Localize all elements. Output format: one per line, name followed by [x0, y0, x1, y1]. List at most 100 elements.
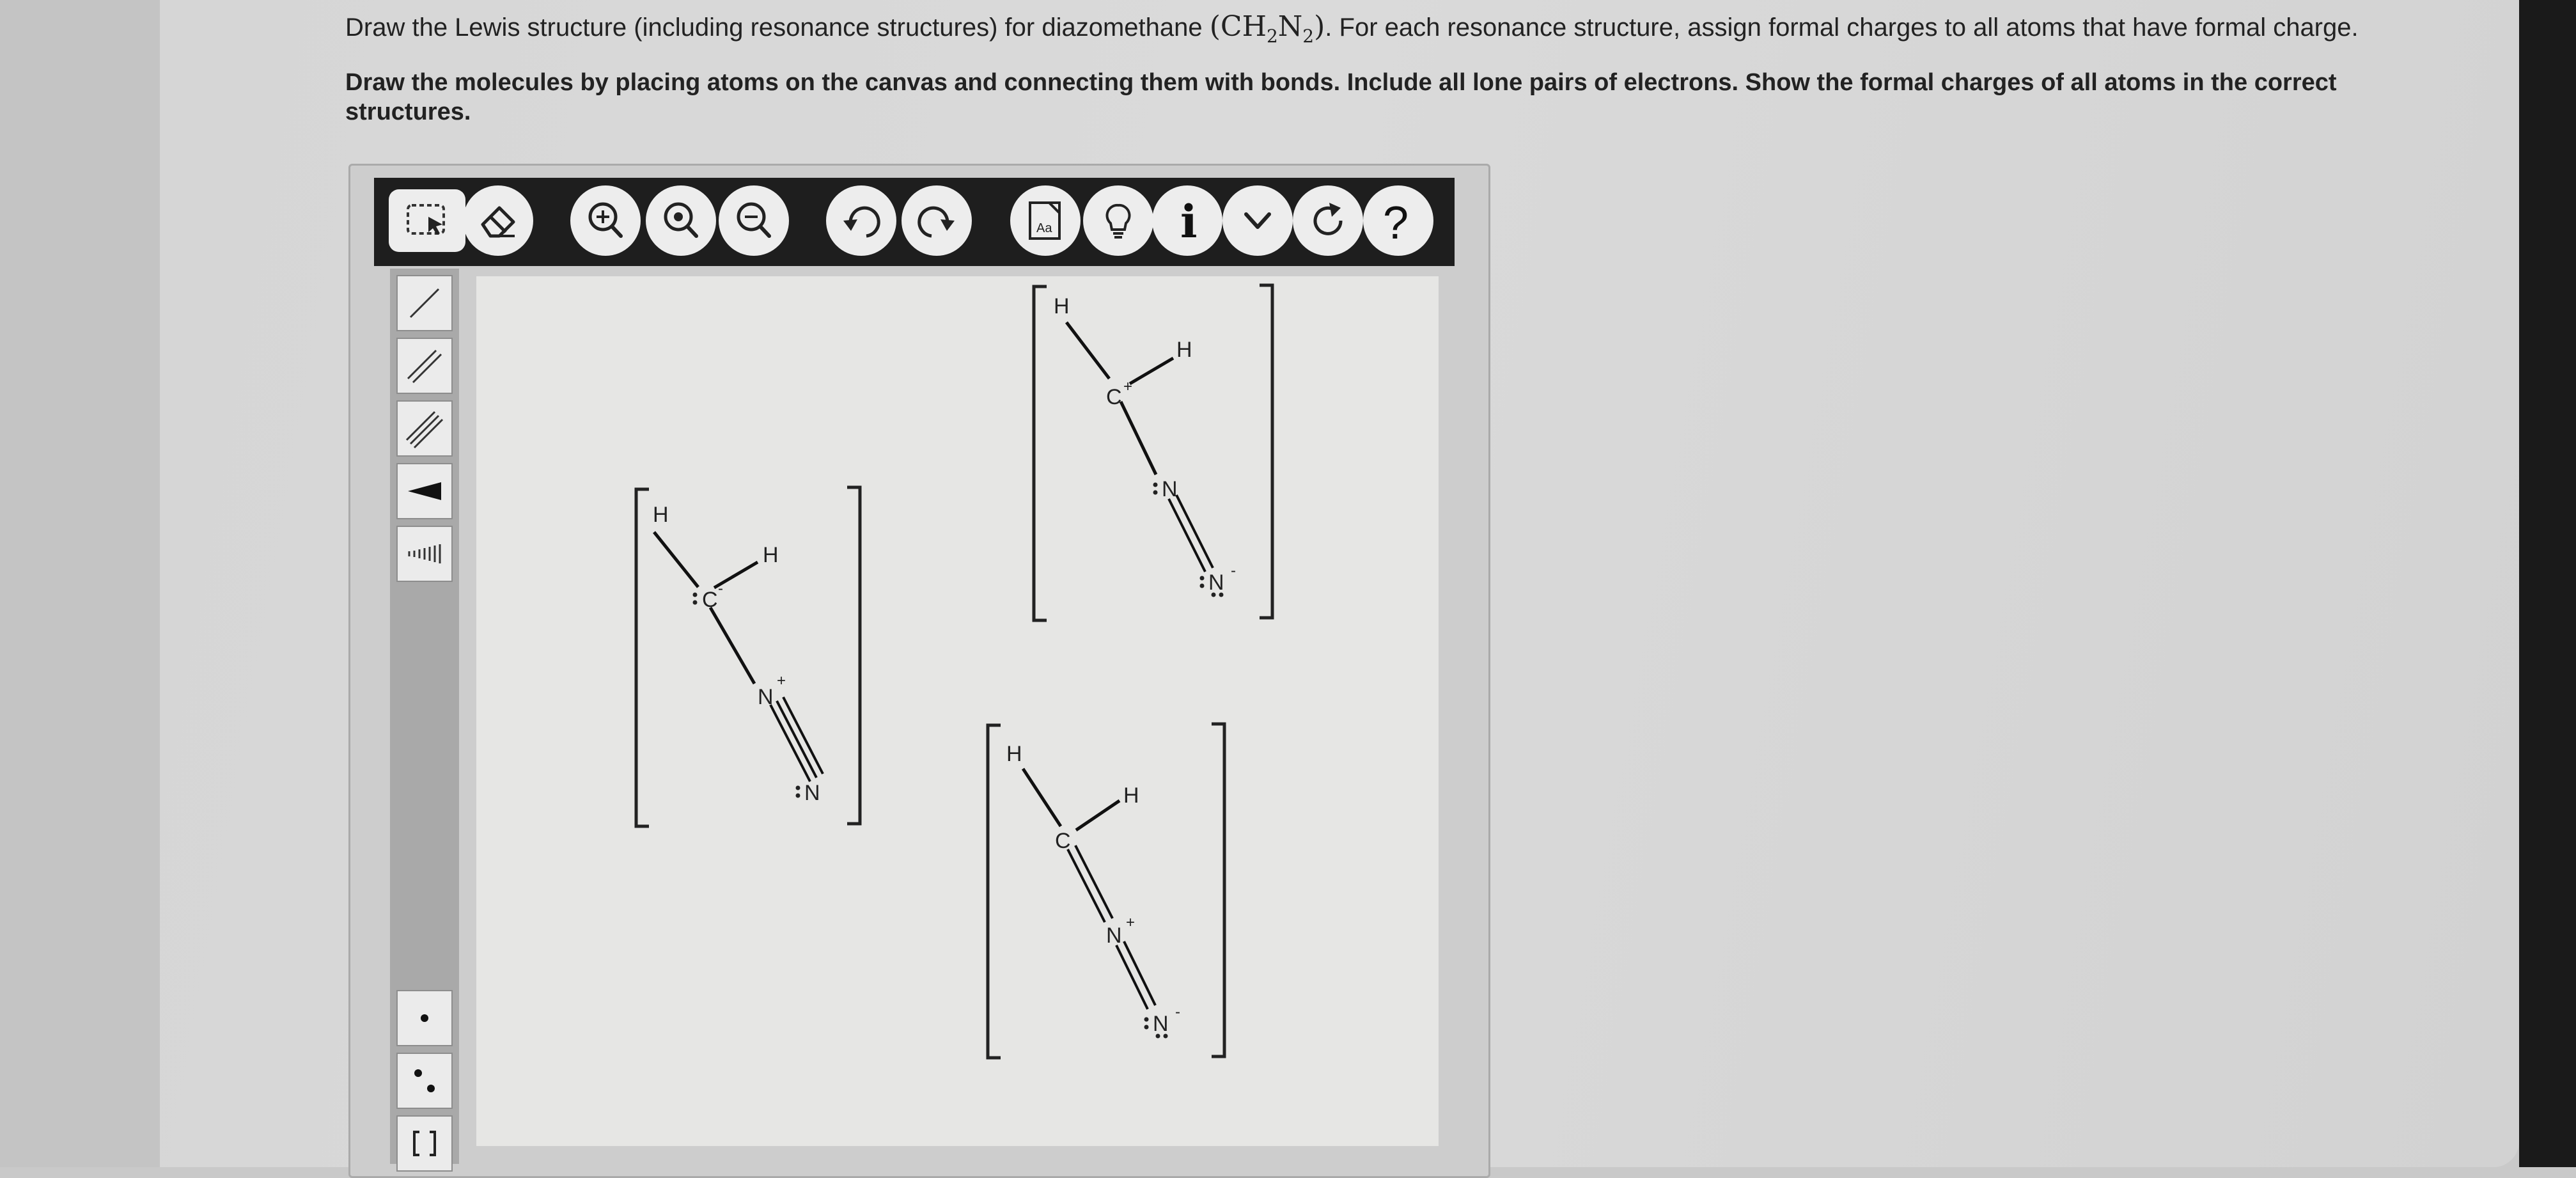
- info-icon: i: [1180, 196, 1198, 245]
- bond-c-n: [708, 606, 756, 685]
- svg-text:Aa: Aa: [1036, 221, 1052, 235]
- single-electron-icon: [421, 1014, 428, 1022]
- bond-c-n-double: [1066, 845, 1114, 923]
- atom-h: H: [653, 503, 669, 527]
- lone-pair-dot: [795, 793, 800, 798]
- formal-charge-plus: +: [1126, 914, 1135, 931]
- more-button[interactable]: [1222, 185, 1293, 256]
- zoom-in-icon: [588, 202, 623, 238]
- lone-pair-dot: [1163, 1033, 1168, 1039]
- lone-pair-dot: [1199, 583, 1205, 588]
- resonance-structure-bottom[interactable]: H H C N + N -: [986, 722, 1226, 1060]
- right-bezel: [2519, 0, 2576, 1167]
- atom-c: C: [1055, 829, 1071, 853]
- eraser-icon: [481, 206, 515, 238]
- bond-c-h: [1065, 321, 1111, 380]
- bracket-tool[interactable]: [396, 1115, 453, 1172]
- wedge-bond-icon: [408, 482, 441, 500]
- left-bracket: [634, 487, 649, 828]
- bond-c-h: [1021, 767, 1063, 828]
- lone-pair-dot: [1144, 1025, 1149, 1030]
- lone-pair-dot: [795, 785, 800, 790]
- right-bracket: [1212, 722, 1226, 1058]
- question-text-pre: Draw the Lewis structure (including reso…: [345, 13, 1203, 42]
- drawing-canvas[interactable]: H H C - N + N H H C + N N - H H C N + N …: [476, 276, 1439, 1146]
- right-bracket: [847, 485, 862, 826]
- question-instructions: Draw the molecules by placing atoms on t…: [345, 69, 2337, 125]
- atom-h: H: [1176, 338, 1192, 362]
- atom-c: C: [1106, 385, 1122, 409]
- zoom-out-button[interactable]: [719, 185, 789, 256]
- lone-pair-dot: [1219, 592, 1224, 597]
- hint-button[interactable]: [1083, 185, 1153, 256]
- single-bond-tool[interactable]: [396, 275, 453, 331]
- lone-pair-dot: [1153, 482, 1158, 487]
- hash-bond-icon: [408, 544, 441, 563]
- info-button[interactable]: i: [1152, 185, 1222, 256]
- hash-bond-tool[interactable]: [396, 526, 453, 582]
- zoom-out-icon: [737, 202, 771, 238]
- select-lasso-button[interactable]: [389, 189, 465, 252]
- atom-n: N: [1162, 477, 1178, 501]
- molecular-formula: (CH2N2): [1209, 10, 1325, 47]
- triple-bond-tool[interactable]: [396, 400, 453, 457]
- left-bracket: [986, 723, 1001, 1060]
- radical-tool[interactable]: [396, 990, 453, 1046]
- lone-pair-tool[interactable]: [396, 1053, 453, 1109]
- zoom-in-button[interactable]: [570, 185, 641, 256]
- bond-c-n: [1119, 400, 1158, 476]
- atom-h: H: [763, 543, 779, 567]
- undo-icon: [843, 206, 880, 238]
- right-bracket: [1260, 283, 1274, 620]
- molecule-drawing: H H C - N + N H H C + N N - H H C N + N …: [634, 283, 1274, 1060]
- lone-pair-dot: [1153, 490, 1158, 495]
- lone-pair-dot: [692, 592, 698, 597]
- eraser-button[interactable]: [463, 185, 533, 256]
- question-text-post: . For each resonance structure, assign f…: [1325, 13, 2359, 42]
- lasso-select-icon: [407, 204, 445, 235]
- chevron-down-icon: [1244, 212, 1271, 229]
- reset-button[interactable]: [1293, 185, 1363, 256]
- single-bond-icon: [409, 288, 440, 318]
- atom-h: H: [1006, 742, 1022, 766]
- atom-h: H: [1054, 294, 1070, 318]
- lone-pair-dot: [1144, 1017, 1149, 1022]
- bracket-icon: [413, 1131, 436, 1156]
- double-bond-icon: [407, 349, 442, 384]
- lone-pair-icon: [414, 1069, 435, 1092]
- resonance-structure-top[interactable]: H H C + N N -: [1032, 283, 1274, 622]
- lone-pair-dot: [692, 600, 698, 605]
- templates-button[interactable]: Aa: [1010, 185, 1081, 256]
- help-icon: ?: [1383, 198, 1409, 245]
- bond-c-h: [653, 531, 699, 588]
- lightbulb-icon: [1105, 203, 1131, 239]
- atom-h: H: [1123, 783, 1139, 808]
- svg-text:i: i: [1180, 196, 1198, 245]
- template-icon: Aa: [1029, 201, 1061, 240]
- double-bond-tool[interactable]: [396, 338, 453, 394]
- wedge-bond-tool[interactable]: [396, 463, 453, 519]
- formal-charge-minus: -: [1231, 562, 1236, 579]
- left-bezel: [0, 0, 160, 1167]
- zoom-reset-button[interactable]: [646, 185, 716, 256]
- question-line-1: Draw the Lewis structure (including reso…: [345, 8, 2430, 56]
- left-bracket: [1032, 285, 1047, 622]
- zoom-reset-icon: [664, 202, 698, 238]
- redo-icon: [917, 206, 955, 238]
- lone-pair-dot: [1211, 592, 1216, 597]
- atom-n: N: [804, 781, 820, 805]
- redo-button[interactable]: [902, 185, 972, 256]
- triple-bond-icon: [405, 411, 444, 449]
- help-button[interactable]: ?: [1363, 185, 1433, 256]
- lone-pair-dot: [1155, 1033, 1160, 1039]
- formal-charge-minus: -: [1175, 1003, 1180, 1021]
- formal-charge-plus: +: [777, 672, 786, 689]
- bond-n-n-double: [1167, 494, 1214, 572]
- resonance-structure-left[interactable]: H H C - N + N: [634, 485, 862, 828]
- undo-button[interactable]: [826, 185, 896, 256]
- formal-charge-minus: -: [718, 580, 723, 597]
- lone-pair-dot: [1199, 576, 1205, 581]
- atom-n: N: [1106, 923, 1122, 948]
- bond-n-n-double: [1115, 941, 1157, 1010]
- reset-icon: [1313, 203, 1343, 235]
